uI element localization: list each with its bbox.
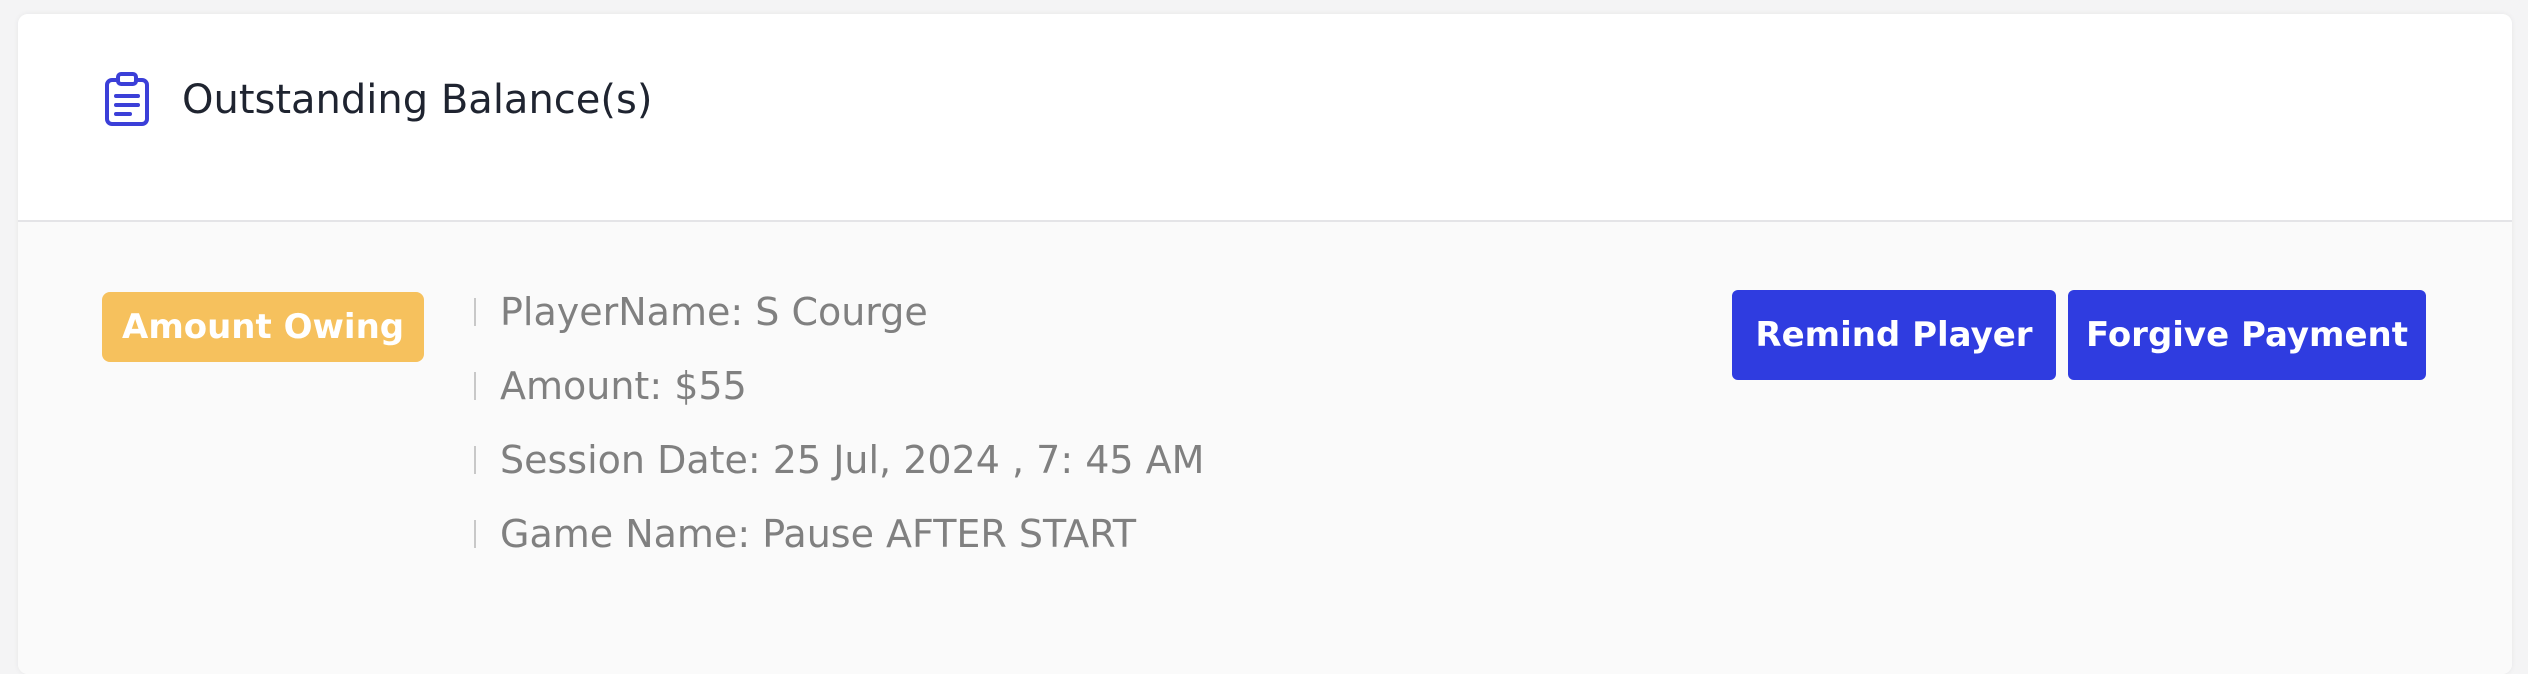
balance-details-list: PlayerName: S Courge Amount: $55 Session… [474,286,1204,582]
forgive-payment-button[interactable]: Forgive Payment [2068,290,2426,380]
card-header: Outstanding Balance(s) [18,14,2512,222]
outstanding-balance-card: Outstanding Balance(s) Amount Owing Play… [18,14,2512,674]
amount-owing-badge: Amount Owing [102,292,425,362]
remind-player-button[interactable]: Remind Player [1732,290,2056,380]
card-title: Outstanding Balance(s) [182,77,653,123]
clipboard-icon [104,72,150,126]
balance-actions: Remind Player Forgive Payment [1732,290,2426,380]
player-name-detail: PlayerName: S Courge [474,286,1204,360]
amount-detail: Amount: $55 [474,360,1204,434]
session-date-detail: Session Date: 25 Jul, 2024 , 7: 45 AM [474,434,1204,508]
game-name-detail: Game Name: Pause AFTER START [474,508,1204,582]
balance-entry: Amount Owing PlayerName: S Courge Amount… [18,222,2512,674]
